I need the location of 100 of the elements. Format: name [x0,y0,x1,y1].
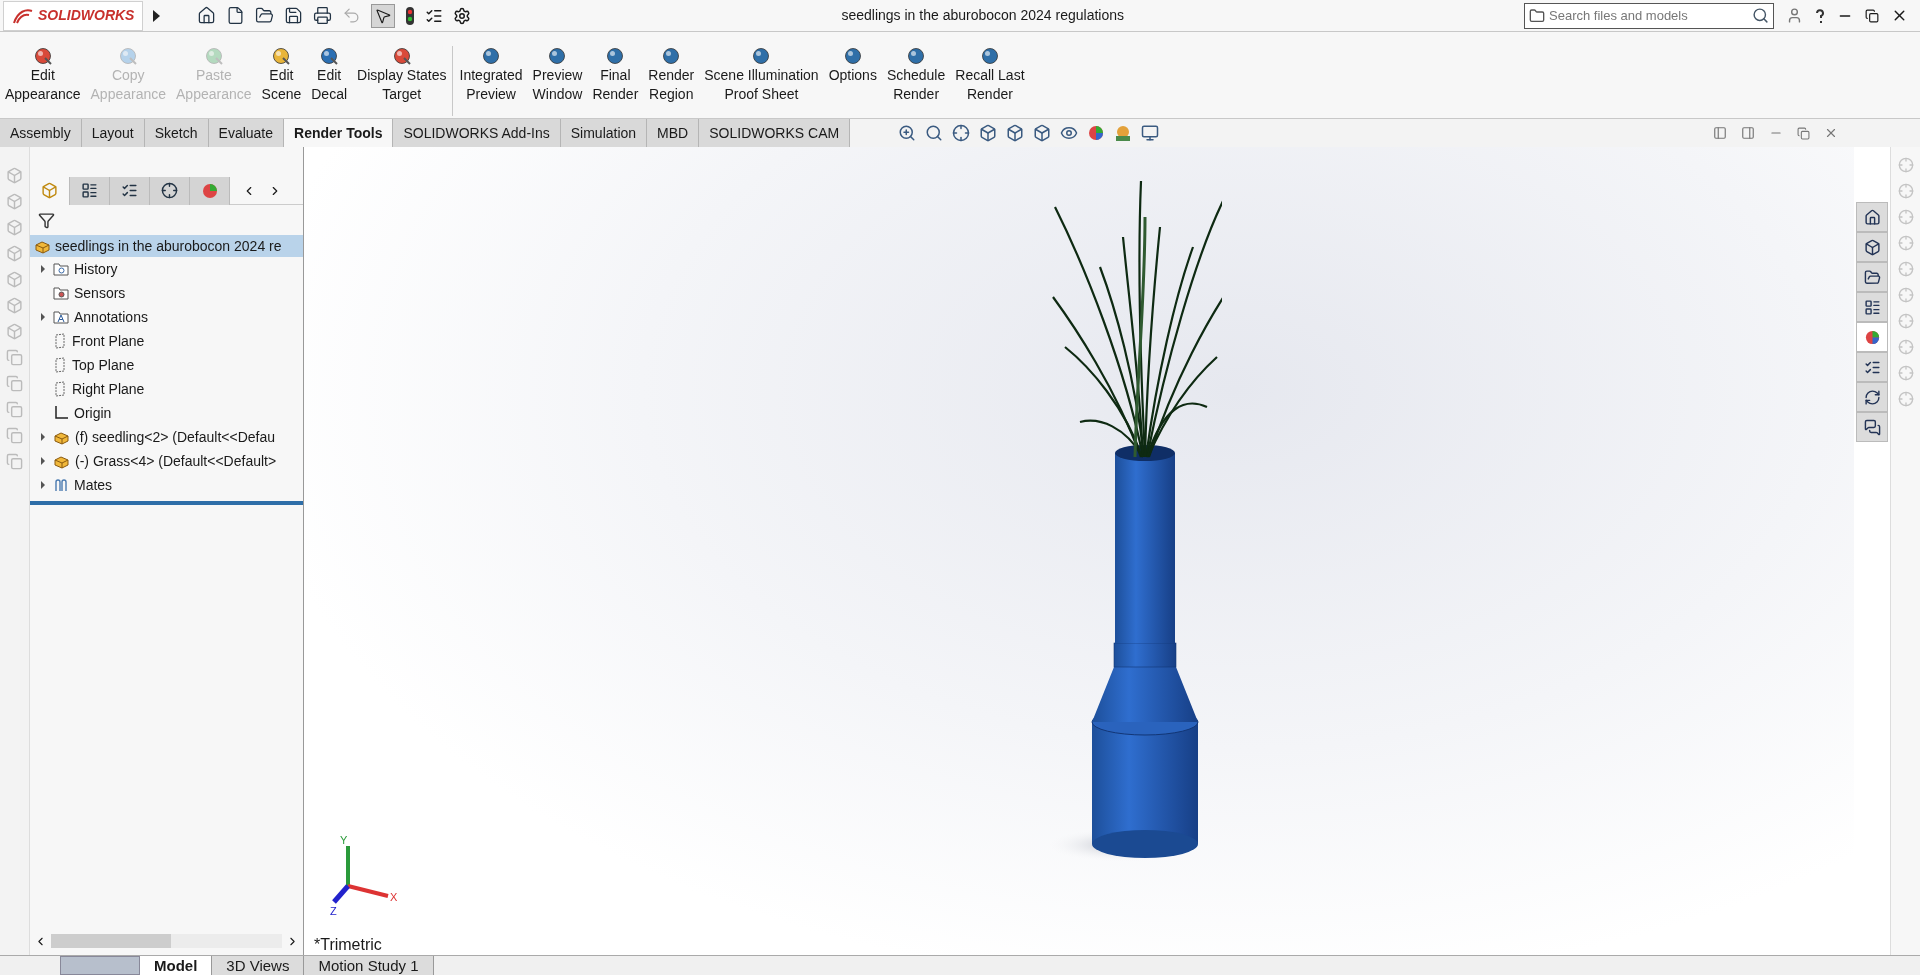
task-pane-tab[interactable] [1856,262,1888,292]
search-icon[interactable] [1752,7,1769,24]
ribbon-button[interactable]: Preview Window [527,46,588,104]
appearance-paste-icon [203,46,224,66]
search-input[interactable]: Search files and models [1549,5,1748,26]
ribbon-button[interactable]: Render Region [643,46,700,104]
ribbon-button[interactable]: Scene Illumination Proof Sheet [699,46,824,104]
part-icon [41,182,58,199]
crosshair-icon [161,182,178,199]
view-settings-icon[interactable] [1141,124,1160,142]
ribbon-tab[interactable]: Simulation [560,119,648,147]
tree-item[interactable]: (f) seedling<2> (Default<<Defau [75,426,275,448]
filter-icon[interactable] [38,211,55,229]
tree-item[interactable]: Top Plane [72,354,135,376]
target-icon [391,46,412,66]
ribbon-tab[interactable]: Render Tools [284,119,394,147]
help-icon[interactable] [1815,7,1825,24]
graphics-viewport[interactable]: Y X Z *Trimetric [304,147,1854,955]
axis-label: X [390,890,398,905]
task-pane-tab[interactable] [1856,322,1888,352]
folder-icon [53,262,69,276]
select-button[interactable] [371,3,396,28]
ribbon-button[interactable]: Options [823,46,882,85]
scrollbar-thumb[interactable] [51,934,171,948]
task-pane-tab[interactable] [1856,292,1888,322]
open-folder-icon[interactable] [255,6,275,25]
section-view-icon[interactable] [979,124,998,142]
appearance-icon[interactable] [1087,124,1106,142]
app-logo[interactable]: SOLIDWORKS [3,0,144,31]
task-pane-tab[interactable] [1856,232,1888,262]
tree-item[interactable]: Front Plane [72,330,145,352]
appearance-icon [1863,328,1881,346]
ribbon-button[interactable]: Edit Appearance [0,46,86,104]
task-pane-tab[interactable] [1856,352,1888,382]
tree-item[interactable]: History [74,258,118,280]
task-pane-tab[interactable] [1856,202,1888,232]
task-pane-tab[interactable] [1856,382,1888,412]
home-icon[interactable] [197,6,217,25]
ribbon-button[interactable]: Edit Decal [306,46,353,104]
settings-icon[interactable] [453,6,472,25]
model-tab[interactable]: 3D Views [212,956,305,975]
app-name: SOLIDWORKS [38,6,135,25]
expand-arrow-icon[interactable] [40,265,46,273]
ribbon-button[interactable]: Recall Last Render [950,46,1030,104]
tree-item[interactable]: Right Plane [72,378,145,400]
ribbon-tab[interactable]: MBD [647,119,700,147]
preview-icon [481,46,502,66]
preview-window-icon [547,46,568,66]
ribbon-button[interactable]: Display States Target [352,46,452,104]
panel-tab[interactable] [70,176,110,205]
render-region-icon [661,46,682,66]
tree-item[interactable]: Sensors [74,282,126,304]
task-pane-tab[interactable] [1856,412,1888,442]
traffic-light-icon[interactable] [405,5,416,26]
panel-tab[interactable] [110,176,150,205]
expand-arrow-icon[interactable] [40,457,46,465]
user-icon[interactable] [1786,7,1803,24]
recall-render-icon [979,46,1000,66]
proof-sheet-icon [751,46,772,66]
expand-arrow-icon[interactable] [40,313,46,321]
ribbon-tab[interactable]: Evaluate [208,119,285,147]
panel-tab[interactable] [150,176,190,205]
save-icon[interactable] [284,6,304,25]
tile-left-icon[interactable] [1713,126,1727,140]
expand-arrow-icon[interactable] [40,433,46,441]
tree-item[interactable]: (-) Grass<4> (Default<<Default> [75,450,277,472]
model-tab[interactable]: Motion Study 1 [304,956,434,975]
ribbon-tab[interactable]: Sketch [144,119,209,147]
model-tab[interactable]: Model [140,956,213,975]
tile-right-icon[interactable] [1741,126,1755,140]
ribbon-tab[interactable]: SOLIDWORKS Add-Ins [393,119,561,147]
print-icon[interactable] [313,6,333,25]
search-field[interactable]: Search files and models [1524,2,1774,29]
restore-icon[interactable] [1865,8,1879,23]
ribbon-tab[interactable]: Assembly [0,119,82,147]
ribbon-button[interactable]: Integrated Preview [454,46,528,104]
display-style-icon[interactable] [1033,124,1052,142]
axis-label: Y [340,833,348,848]
list-icon [81,182,98,199]
ds-logo-icon [12,6,34,25]
scene-icon[interactable] [1114,124,1133,142]
tree-item[interactable]: Origin [74,402,112,424]
expand-arrow-icon[interactable] [40,481,46,489]
previous-view-icon[interactable] [952,124,971,142]
mates-icon [53,477,69,493]
tree-root[interactable]: seedlings in the aburobocon 2024 re [30,235,303,257]
ribbon-button[interactable]: Final Render [587,46,644,104]
axis-label: Z [330,904,337,919]
zoom-to-area-icon[interactable] [925,124,944,142]
expand-menu-icon[interactable] [151,8,162,23]
ribbon-tab[interactable]: SOLIDWORKS CAM [699,119,851,147]
view-orientation-icon[interactable] [1006,124,1025,142]
ribbon-button[interactable]: Edit Scene [256,46,307,104]
ribbon-button[interactable]: Schedule Render [881,46,951,104]
ribbon-tab[interactable]: Layout [81,119,145,147]
plane-icon [53,333,67,349]
tree-item[interactable]: Annotations [74,306,148,328]
zoom-to-fit-icon[interactable] [898,124,917,142]
tree-item[interactable]: Mates [74,474,113,496]
hide-show-icon[interactable] [1060,124,1079,142]
